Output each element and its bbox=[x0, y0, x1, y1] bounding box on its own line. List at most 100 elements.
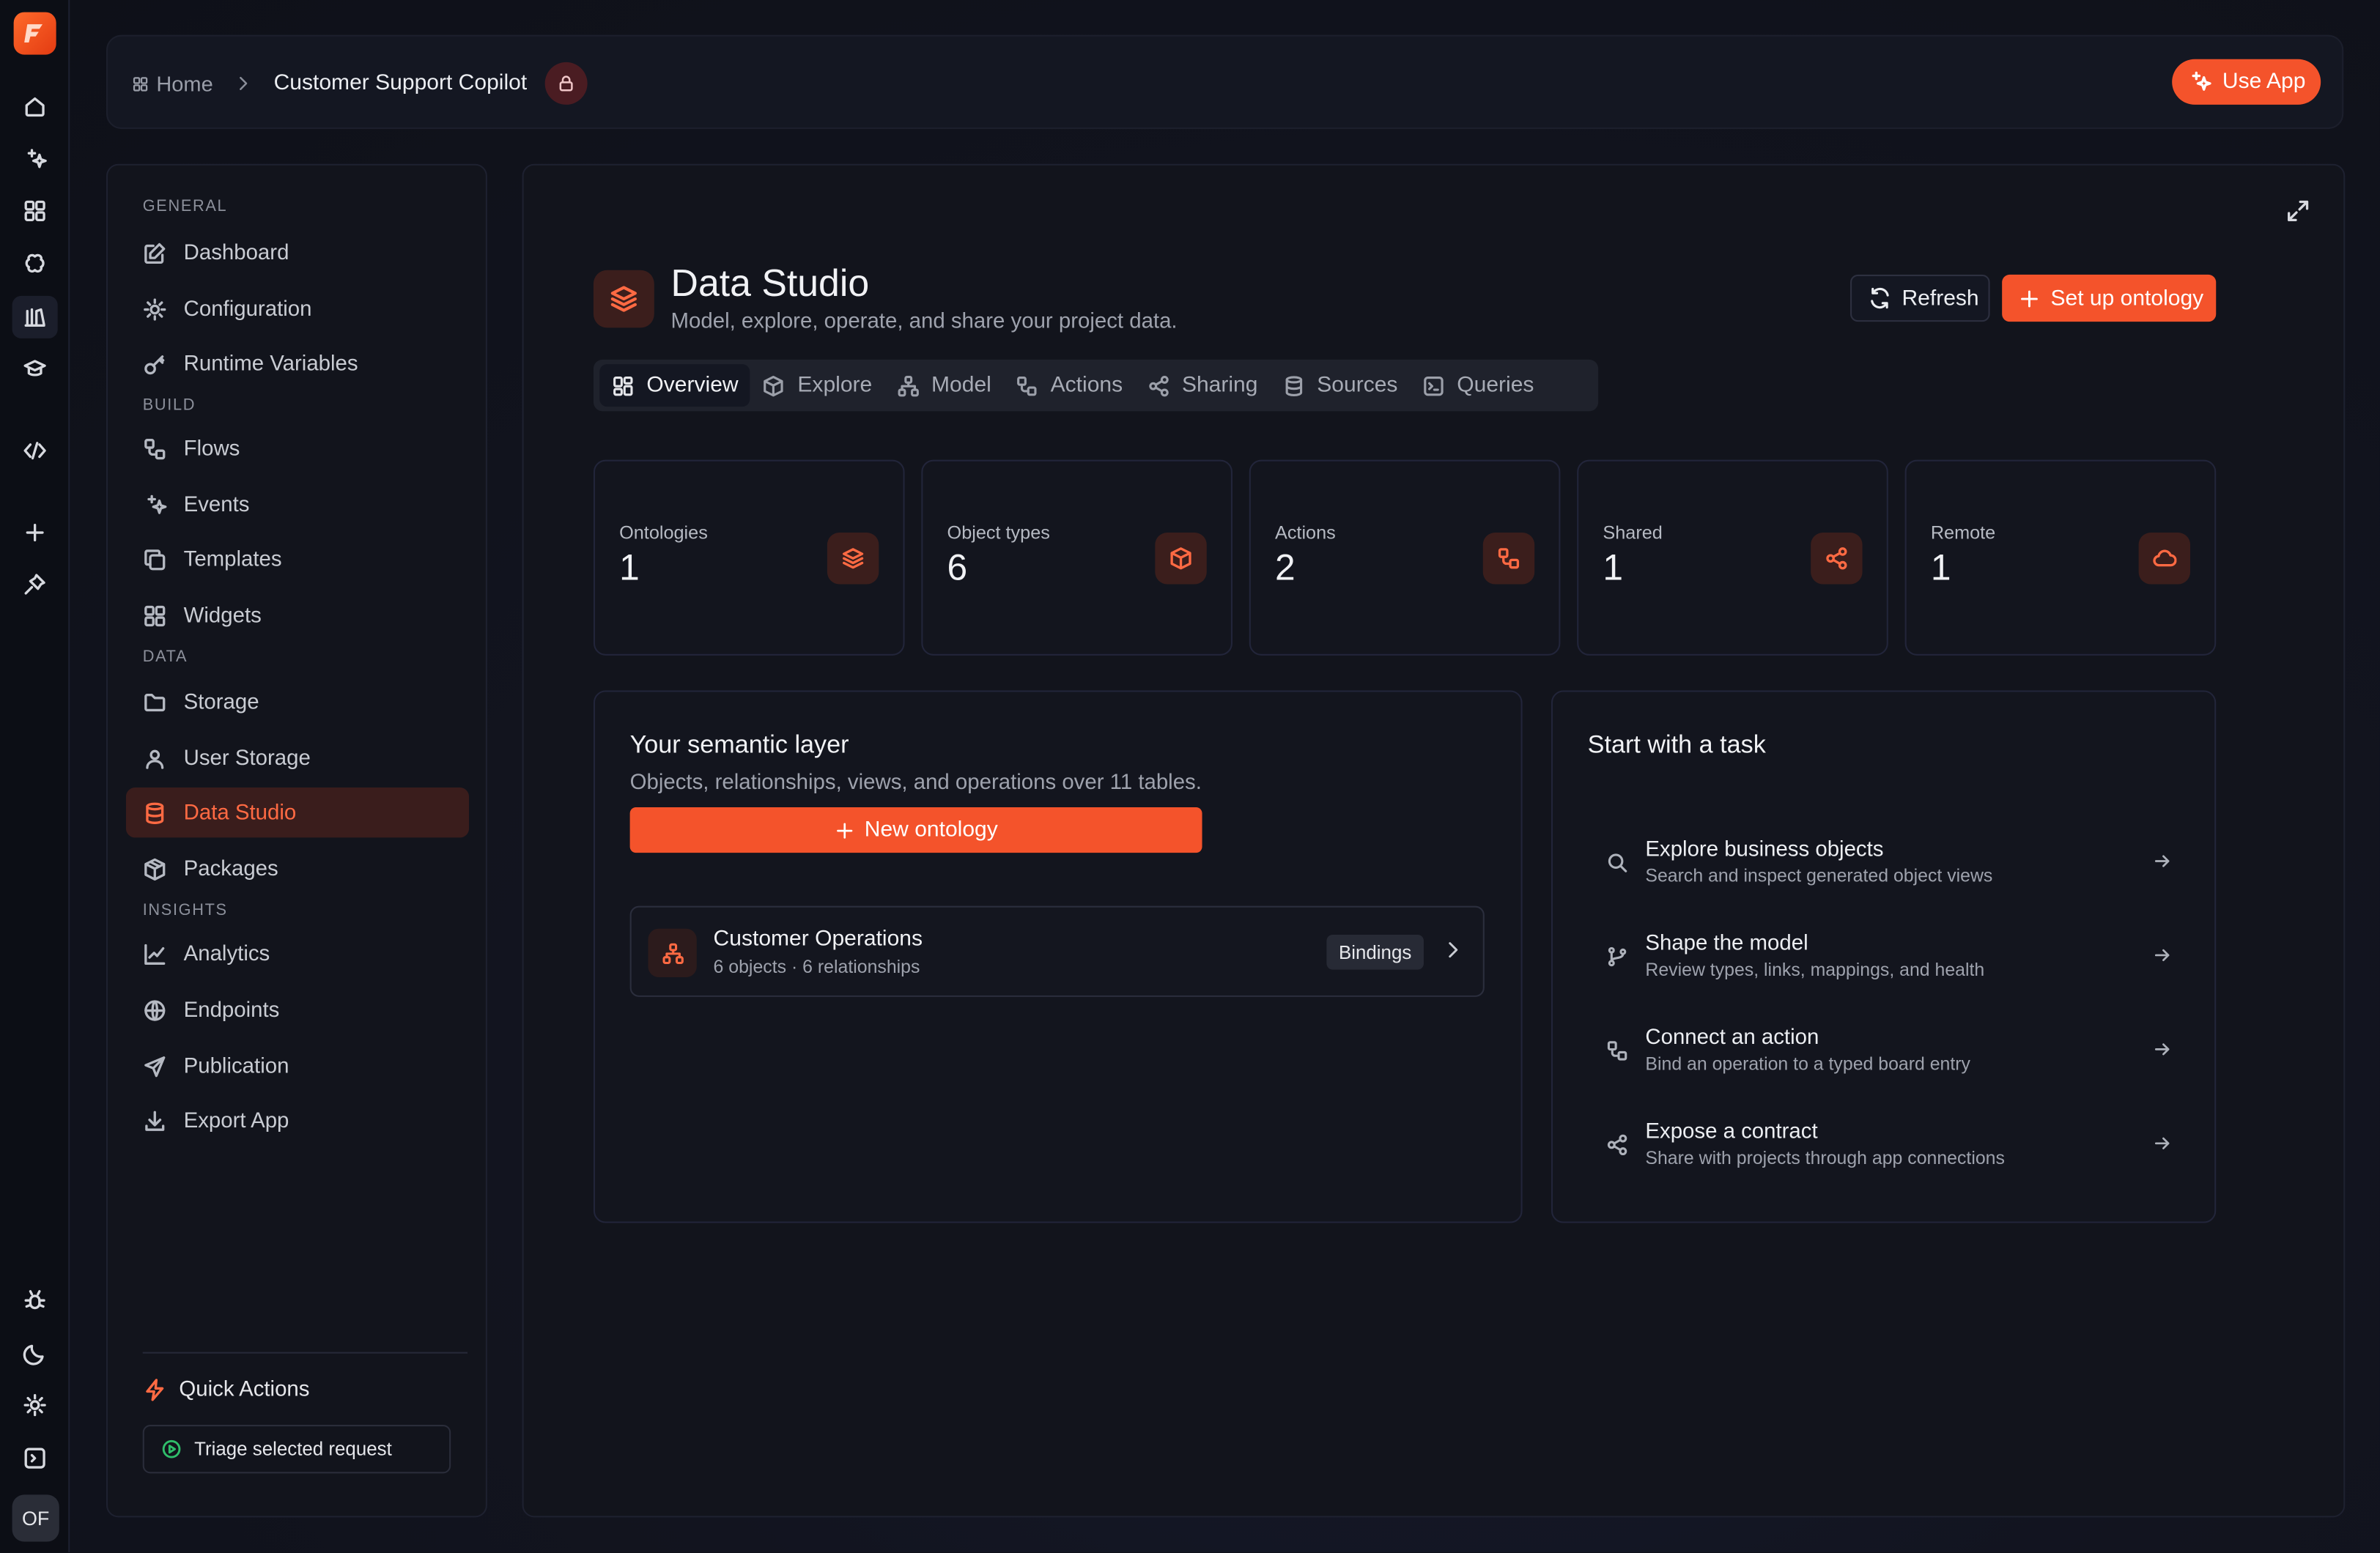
app-logo[interactable] bbox=[13, 12, 56, 55]
sidebar-item-label: User Storage bbox=[183, 746, 311, 771]
sidebar-item-configuration[interactable]: Configuration bbox=[126, 283, 469, 333]
pin-icon[interactable] bbox=[12, 563, 58, 605]
database-icon bbox=[146, 801, 164, 823]
stat-label: Actions bbox=[1274, 522, 1336, 544]
breadcrumb: Home Customer Support Copilot bbox=[132, 37, 588, 130]
tab-label: Explore bbox=[797, 373, 873, 398]
task-shape-model[interactable]: Shape the model Review types, links, map… bbox=[1601, 919, 2178, 996]
stat-card-object-types[interactable]: Object types 6 bbox=[921, 459, 1232, 656]
grid-icon bbox=[133, 76, 148, 91]
tab-explore[interactable]: Explore bbox=[750, 364, 884, 407]
tab-model[interactable]: Model bbox=[884, 364, 1004, 407]
tab-overview[interactable]: Overview bbox=[599, 364, 751, 407]
sidebar-item-user-storage[interactable]: User Storage bbox=[126, 733, 469, 782]
refresh-icon bbox=[1871, 287, 1889, 309]
setup-ontology-button[interactable]: Set up ontology bbox=[2002, 274, 2217, 322]
task-description: Share with projects through app connecti… bbox=[1645, 1146, 2005, 1168]
workflow-icon bbox=[1607, 1041, 1627, 1061]
task-title: Explore business objects bbox=[1645, 837, 1884, 862]
sidebar-item-storage[interactable]: Storage bbox=[126, 677, 469, 727]
sidebar-item-data-studio[interactable]: Data Studio bbox=[125, 787, 470, 838]
task-expose-contract[interactable]: Expose a contract Share with projects th… bbox=[1601, 1108, 2178, 1184]
sidebar-item-events[interactable]: Events bbox=[126, 480, 469, 530]
use-app-button[interactable]: Use App bbox=[2172, 59, 2321, 105]
sidebar-item-widgets[interactable]: Widgets bbox=[126, 590, 469, 640]
graduation-cap-icon[interactable] bbox=[12, 347, 58, 390]
avatar[interactable]: OF bbox=[12, 1494, 59, 1542]
sidebar-item-packages[interactable]: Packages bbox=[126, 844, 469, 894]
sparkle-icon[interactable] bbox=[12, 138, 58, 180]
tab-sharing[interactable]: Sharing bbox=[1135, 364, 1270, 407]
task-connect-action[interactable]: Connect an action Bind an operation to a… bbox=[1601, 1014, 2178, 1090]
terminal-icon[interactable] bbox=[12, 1437, 58, 1480]
task-explore-objects[interactable]: Explore business objects Search and insp… bbox=[1601, 826, 2178, 902]
sparkle-icon bbox=[2192, 71, 2211, 91]
brain-icon[interactable] bbox=[12, 242, 58, 285]
git-branch-icon bbox=[1608, 946, 1627, 967]
task-title: Connect an action bbox=[1645, 1026, 1819, 1050]
library-icon[interactable] bbox=[12, 295, 58, 338]
breadcrumb-home[interactable]: Home bbox=[132, 71, 213, 95]
grid-icon[interactable] bbox=[12, 190, 58, 232]
sidebar-item-flows[interactable]: Flows bbox=[126, 423, 469, 473]
chevron-right-icon[interactable] bbox=[1442, 939, 1463, 960]
stat-label: Remote bbox=[1930, 522, 1996, 544]
task-title: Shape the model bbox=[1645, 931, 1808, 956]
new-ontology-label: New ontology bbox=[864, 818, 998, 842]
refresh-button[interactable]: Refresh bbox=[1850, 274, 1990, 322]
arrow-right-icon bbox=[2154, 1043, 2170, 1056]
bindings-badge[interactable]: Bindings bbox=[1326, 934, 1424, 970]
tab-actions[interactable]: Actions bbox=[1003, 364, 1134, 407]
stat-value: 1 bbox=[1603, 547, 1624, 589]
sidebar-item-publication[interactable]: Publication bbox=[126, 1041, 469, 1091]
lock-icon[interactable] bbox=[545, 62, 588, 105]
sidebar-item-label: Data Studio bbox=[183, 800, 297, 825]
moon-icon[interactable] bbox=[12, 1333, 58, 1375]
section-data: DATA bbox=[142, 648, 188, 667]
sidebar-item-label: Templates bbox=[183, 546, 282, 571]
task-description: Search and inspect generated object view… bbox=[1645, 864, 1993, 886]
sidebar-item-endpoints[interactable]: Endpoints bbox=[126, 985, 469, 1034]
tab-queries[interactable]: Queries bbox=[1410, 364, 1546, 407]
sidebar-divider bbox=[142, 1352, 468, 1354]
sidebar-item-label: Events bbox=[183, 492, 250, 517]
bug-icon[interactable] bbox=[12, 1279, 58, 1322]
grid-icon bbox=[144, 604, 166, 626]
ontology-card[interactable]: Customer Operations 6 objects · 6 relati… bbox=[629, 905, 1485, 997]
sidebar-item-analytics[interactable]: Analytics bbox=[126, 929, 469, 979]
stat-card-shared[interactable]: Shared 1 bbox=[1577, 459, 1888, 656]
top-bar: Home Customer Support Copilot Use App bbox=[106, 34, 2344, 130]
sidebar-item-runtime-variables[interactable]: Runtime Variables bbox=[126, 338, 469, 388]
arrow-right-icon bbox=[2154, 949, 2170, 962]
download-icon bbox=[145, 1110, 165, 1130]
gear-icon[interactable] bbox=[12, 1384, 58, 1426]
new-ontology-button[interactable]: New ontology bbox=[629, 807, 1202, 853]
tab-sources[interactable]: Sources bbox=[1270, 364, 1410, 407]
tab-label: Overview bbox=[646, 373, 739, 398]
search-icon bbox=[1608, 853, 1627, 872]
plus-icon bbox=[836, 822, 852, 838]
page-subtitle: Model, explore, operate, and share your … bbox=[670, 309, 1178, 334]
sidebar-item-label: Runtime Variables bbox=[183, 351, 358, 376]
stat-card-actions[interactable]: Actions 2 bbox=[1249, 459, 1561, 656]
stat-card-remote[interactable]: Remote 1 bbox=[1904, 459, 2217, 656]
stat-card-ontologies[interactable]: Ontologies 1 bbox=[593, 459, 905, 656]
semantic-layer-title: Your semantic layer bbox=[629, 731, 849, 759]
use-app-label: Use App bbox=[2222, 70, 2306, 94]
key-icon bbox=[144, 355, 165, 374]
sidebar-item-label: Widgets bbox=[183, 603, 262, 628]
expand-icon[interactable] bbox=[2286, 199, 2310, 223]
home-icon[interactable] bbox=[12, 85, 58, 127]
ontology-meta: 6 objects · 6 relationships bbox=[713, 955, 920, 977]
breadcrumb-home-label: Home bbox=[156, 71, 213, 96]
cube-icon bbox=[764, 374, 784, 396]
code-icon[interactable] bbox=[12, 429, 58, 472]
sidebar-item-templates[interactable]: Templates bbox=[126, 534, 469, 584]
plus-icon[interactable] bbox=[12, 511, 58, 554]
sidebar-item-dashboard[interactable]: Dashboard bbox=[126, 228, 469, 278]
sidebar-item-label: Flows bbox=[183, 436, 240, 461]
triage-request-button[interactable]: Triage selected request bbox=[142, 1425, 451, 1474]
stat-value: 2 bbox=[1274, 547, 1296, 589]
sidebar-item-export-app[interactable]: Export App bbox=[126, 1096, 469, 1146]
task-title: Expose a contract bbox=[1645, 1119, 1818, 1144]
